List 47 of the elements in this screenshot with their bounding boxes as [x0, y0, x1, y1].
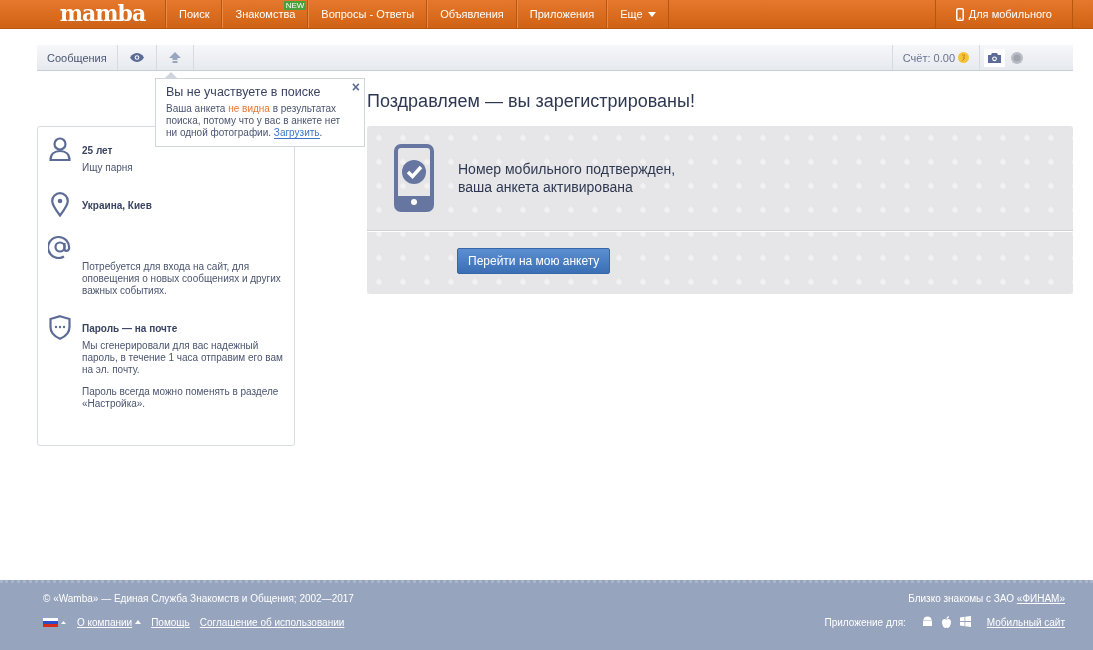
profile-button[interactable]: Перейти на мою анкету	[457, 248, 611, 274]
nav-link[interactable]: Поиск	[166, 0, 223, 28]
nav-link[interactable]: Приложения	[516, 0, 608, 28]
app-label: Приложение для:	[824, 616, 906, 628]
new-badge: NEW	[283, 1, 307, 10]
person-icon	[48, 137, 72, 161]
location-pin-icon	[48, 192, 72, 217]
page-title: Поздравляем — вы зарегистрированы!	[367, 91, 696, 112]
up-arrow-icon	[168, 51, 181, 64]
location-text: Украина, Киев	[82, 200, 153, 211]
partner-text: Близко знакомы с ЗАО «ФИНАМ»	[908, 593, 1065, 604]
password-text: Мы сгенерировали для вас надежный пароль, в течение 1 часа отправим его вам на эл. почту.	[82, 340, 284, 376]
tooltip-text: Ваша анкета не видна в результатах поиска, потому что у вас в анкете нет ни одной фотографии. Загрузить.	[166, 103, 342, 139]
eye-icon	[129, 53, 144, 62]
phone-check-icon	[394, 144, 434, 212]
nav-link[interactable]: Еще	[607, 0, 669, 28]
notice-text: Номер мобильного подтвержден, ваша анкета активирована	[458, 160, 676, 196]
nav-link[interactable]: Знакомства NEW	[222, 0, 309, 28]
password-title: Пароль — на почте	[82, 323, 179, 334]
camera-icon	[988, 52, 1001, 63]
seeking-text: Ищу парня	[82, 162, 134, 174]
nav-link[interactable]: Объявления	[427, 0, 517, 28]
phone-icon	[955, 7, 964, 21]
mobile-link[interactable]: Для мобильного	[934, 0, 1073, 28]
messages-tab[interactable]: Сообщения	[37, 45, 118, 70]
apple-icon	[940, 616, 952, 628]
coin-icon	[958, 52, 969, 63]
mamba-logo[interactable]: mamba	[40, 0, 166, 28]
tooltip-title: Вы не участвуете в поиске	[166, 85, 322, 99]
shield-icon	[48, 315, 72, 340]
age-text: 25 лет	[82, 145, 114, 156]
footer-link[interactable]: Соглашение об использовании	[199, 616, 345, 628]
windows-icon	[959, 616, 971, 627]
copyright-text: © «Wamba» — Единая Служба Знакомств и Общения; 2002—2017	[43, 593, 354, 604]
nav-link[interactable]: Вопросы - Ответы	[308, 0, 428, 28]
balance-text: Счёт: 0.00	[902, 51, 955, 64]
at-sign-icon	[48, 235, 72, 259]
mobile-site-link[interactable]: Мобильный сайт	[986, 616, 1065, 628]
password-note: Пароль всегда можно поменять в разделе «Настройка».	[82, 386, 280, 410]
footer-link[interactable]: О компании	[77, 616, 133, 628]
partner-link[interactable]: «ФИНАМ»	[1016, 593, 1065, 604]
camera-button[interactable]	[984, 48, 1005, 67]
footer-link[interactable]: Помощь	[151, 616, 190, 628]
upload-link[interactable]: Загрузить	[273, 127, 320, 139]
email-note: Потребуется для входа на сайт, для оповещения о новых сообщениях и других важных событиях.	[82, 261, 282, 297]
language-selector[interactable]	[43, 617, 67, 627]
close-button[interactable]: ×	[351, 79, 360, 95]
